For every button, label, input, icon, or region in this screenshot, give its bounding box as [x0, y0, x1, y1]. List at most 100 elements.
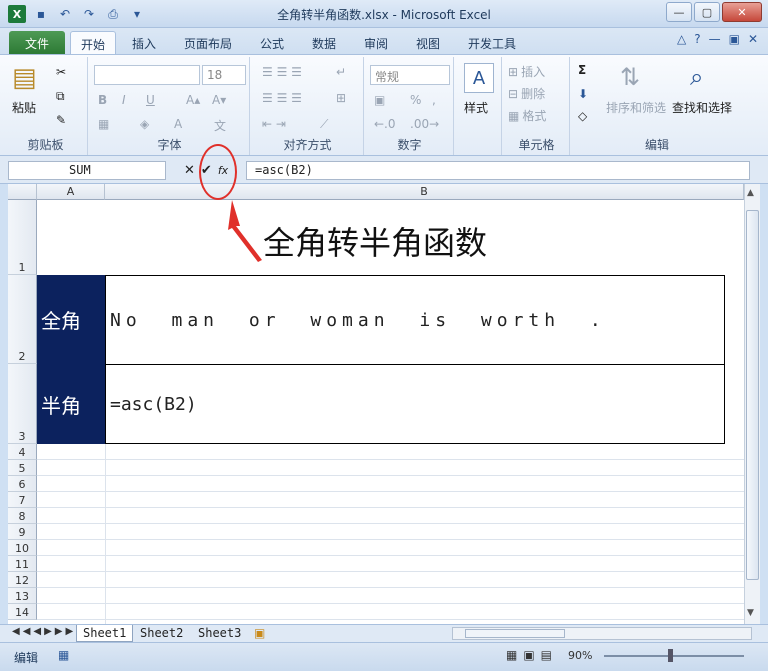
- italic-button[interactable]: I: [122, 93, 126, 107]
- number-format-combo[interactable]: 常规: [370, 65, 450, 85]
- column-header-a[interactable]: A: [37, 184, 105, 200]
- font-color-icon[interactable]: A: [174, 117, 182, 131]
- paste-icon[interactable]: ▤: [12, 63, 37, 93]
- font-name-combo[interactable]: [94, 65, 200, 85]
- sort-filter-button[interactable]: 排序和筛选: [606, 99, 666, 116]
- row-header-7[interactable]: 7: [8, 492, 37, 508]
- h-scroll-thumb[interactable]: [465, 629, 565, 638]
- minimize-button[interactable]: —: [666, 2, 692, 22]
- cell-a2[interactable]: 全角: [37, 275, 105, 364]
- cut-icon[interactable]: ✂: [56, 65, 66, 79]
- insert-sheet-icon[interactable]: ▣: [254, 626, 265, 640]
- paste-button[interactable]: 粘贴: [12, 99, 36, 116]
- font-size-combo[interactable]: 18: [202, 65, 246, 85]
- tab-data[interactable]: 数据: [302, 31, 346, 54]
- row-header-2[interactable]: 2: [8, 275, 37, 364]
- sheet-tab-2[interactable]: Sheet2: [134, 625, 189, 642]
- row-header-9[interactable]: 9: [8, 524, 37, 540]
- window-controls: — ▢ ✕: [666, 2, 762, 22]
- horizontal-scrollbar[interactable]: [452, 627, 752, 640]
- indent-icon[interactable]: ⇤ ⇥: [262, 117, 286, 131]
- maximize-button[interactable]: ▢: [694, 2, 720, 22]
- row-header-14[interactable]: 14: [8, 604, 37, 620]
- fill-icon[interactable]: ⬇: [578, 87, 588, 101]
- zoom-level[interactable]: 90%: [568, 649, 592, 662]
- gridline: [37, 603, 744, 604]
- close-workbook-icon[interactable]: ✕: [748, 32, 758, 46]
- format-cells-button[interactable]: ▦ 格式: [508, 107, 546, 124]
- close-button[interactable]: ✕: [722, 2, 762, 22]
- styles-icon[interactable]: A: [464, 63, 494, 93]
- percent-button[interactable]: %: [410, 93, 421, 107]
- tab-insert[interactable]: 插入: [122, 31, 166, 54]
- row-header-13[interactable]: 13: [8, 588, 37, 604]
- clear-icon[interactable]: ◇: [578, 109, 587, 123]
- cell-b3[interactable]: =asc(B2): [105, 364, 725, 444]
- comma-button[interactable]: ,: [432, 93, 436, 107]
- cell-b2[interactable]: No man or woman is worth .: [105, 275, 725, 365]
- align-top-icon[interactable]: ☰ ☰ ☰: [262, 65, 302, 79]
- currency-icon[interactable]: ▣: [374, 93, 385, 107]
- underline-button[interactable]: U: [146, 93, 155, 107]
- row-header-10[interactable]: 10: [8, 540, 37, 556]
- border-icon[interactable]: ▦: [98, 117, 109, 131]
- find-select-button[interactable]: 查找和选择: [672, 99, 732, 116]
- tab-developer[interactable]: 开发工具: [458, 31, 526, 54]
- autosum-button[interactable]: Σ: [578, 63, 586, 77]
- sort-filter-icon[interactable]: ⇅: [620, 63, 640, 91]
- phonetic-icon[interactable]: 文: [214, 117, 226, 134]
- formula-input[interactable]: =asc(B2): [246, 161, 750, 180]
- vertical-scrollbar[interactable]: ▲ ▼: [744, 184, 760, 624]
- tab-file[interactable]: 文件: [9, 31, 65, 54]
- row-header-6[interactable]: 6: [8, 476, 37, 492]
- format-painter-icon[interactable]: ✎: [56, 113, 66, 127]
- delete-cells-button[interactable]: ⊟ 删除: [508, 85, 545, 102]
- scroll-down-icon[interactable]: ▼: [747, 608, 754, 618]
- row-header-1[interactable]: 1: [8, 200, 37, 275]
- scroll-up-icon[interactable]: ▲: [747, 188, 754, 198]
- find-select-icon[interactable]: ⌕: [690, 63, 703, 91]
- row-header-3[interactable]: 3: [8, 364, 37, 444]
- restore-workbook-icon[interactable]: ▣: [729, 32, 740, 46]
- scroll-thumb[interactable]: [746, 210, 759, 580]
- row-header-12[interactable]: 12: [8, 572, 37, 588]
- macro-record-icon[interactable]: ▦: [58, 648, 69, 662]
- row-header-11[interactable]: 11: [8, 556, 37, 572]
- fill-color-icon[interactable]: ◈: [140, 117, 149, 131]
- align-left-icon[interactable]: ☰ ☰ ☰: [262, 91, 302, 105]
- cancel-button[interactable]: ✕: [184, 163, 195, 178]
- zoom-slider-thumb[interactable]: [668, 649, 673, 662]
- styles-button[interactable]: 样式: [464, 99, 488, 116]
- orientation-icon[interactable]: ⟋: [320, 117, 328, 132]
- row-header-5[interactable]: 5: [8, 460, 37, 476]
- name-box[interactable]: SUM: [8, 161, 166, 180]
- bold-button[interactable]: B: [98, 93, 107, 107]
- sheet-tab-1[interactable]: Sheet1: [76, 625, 134, 642]
- sheet-tab-3[interactable]: Sheet3: [192, 625, 247, 642]
- row-header-8[interactable]: 8: [8, 508, 37, 524]
- tab-view[interactable]: 视图: [406, 31, 450, 54]
- grow-font-icon[interactable]: A▴: [186, 93, 200, 107]
- tab-formulas[interactable]: 公式: [250, 31, 294, 54]
- worksheet-grid[interactable]: A B 1 2 3 4 5 6 7 8 9 10 11 12 13 14 全角转…: [8, 184, 744, 624]
- decrease-decimal-icon[interactable]: .00→: [410, 117, 439, 131]
- zoom-slider[interactable]: [604, 655, 744, 657]
- help-icon[interactable]: ?: [694, 32, 700, 46]
- merge-center-icon[interactable]: ⊞: [336, 91, 346, 105]
- tab-review[interactable]: 审阅: [354, 31, 398, 54]
- tab-home[interactable]: 开始: [70, 31, 117, 54]
- increase-decimal-icon[interactable]: ←.0: [374, 117, 396, 131]
- collapse-ribbon-icon[interactable]: △: [677, 32, 686, 46]
- row-header-4[interactable]: 4: [8, 444, 37, 460]
- cell-a3[interactable]: 半角: [37, 364, 105, 444]
- copy-icon[interactable]: ⧉: [56, 89, 65, 104]
- select-all-corner[interactable]: [8, 184, 37, 200]
- tab-page-layout[interactable]: 页面布局: [174, 31, 242, 54]
- sheet-nav-icons[interactable]: ◀◀◀▶▶▶: [12, 626, 76, 637]
- wrap-text-icon[interactable]: ↵: [336, 65, 346, 79]
- minimize-workbook-icon[interactable]: —: [709, 32, 721, 46]
- view-buttons[interactable]: ▦▣▤: [506, 648, 558, 662]
- cell-title[interactable]: 全角转半角函数: [263, 218, 487, 264]
- insert-cells-button[interactable]: ⊞ 插入: [508, 63, 545, 80]
- shrink-font-icon[interactable]: A▾: [212, 93, 226, 107]
